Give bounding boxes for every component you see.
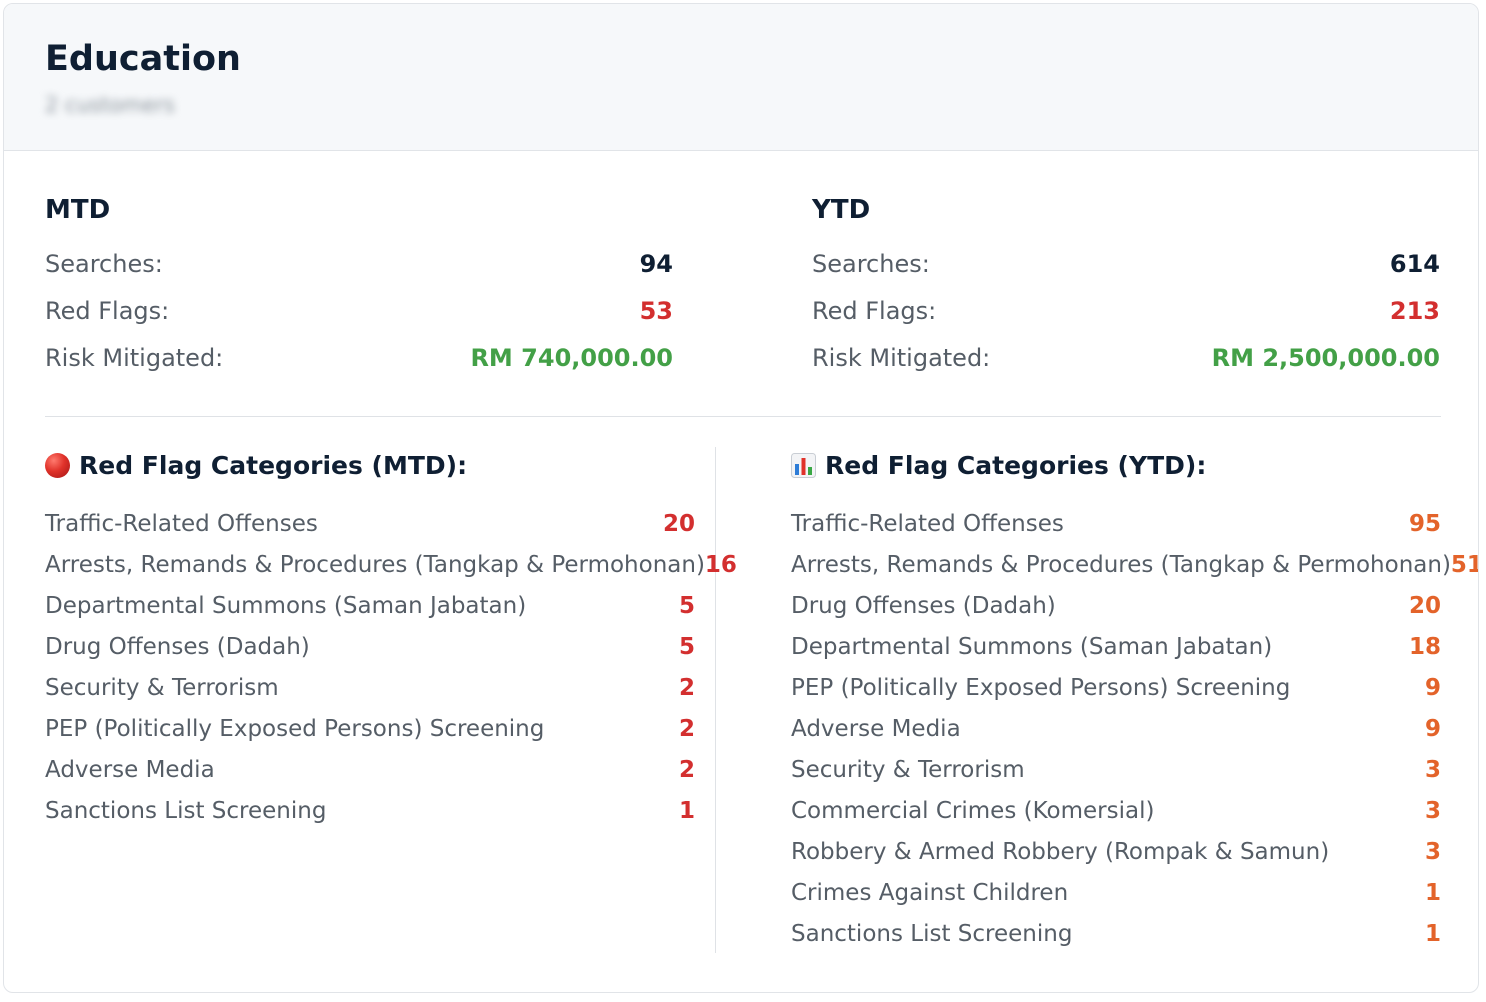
category-count: 1 [678, 797, 695, 824]
category-label: Sanctions List Screening [791, 920, 1073, 947]
category-count: 95 [1408, 510, 1441, 537]
category-label: Adverse Media [45, 756, 215, 783]
category-label: Security & Terrorism [45, 674, 279, 701]
category-row: Robbery & Armed Robbery (Rompak & Samun)… [791, 831, 1441, 872]
category-label: Arrests, Remands & Procedures (Tangkap &… [791, 551, 1451, 578]
stat-label: Searches: [812, 249, 930, 278]
mtd-categories-heading: Red Flag Categories (MTD): [45, 445, 695, 485]
ytd-categories-title: Red Flag Categories (YTD): [825, 450, 1207, 480]
ytd-categories-heading: Red Flag Categories (YTD): [791, 445, 1441, 485]
mtd-risk-row: Risk Mitigated: RM 740,000.00 [45, 334, 673, 381]
stat-label: Risk Mitigated: [45, 343, 224, 372]
category-label: Traffic-Related Offenses [791, 510, 1064, 537]
category-count: 5 [678, 592, 695, 619]
category-label: Arrests, Remands & Procedures (Tangkap &… [45, 551, 705, 578]
customer-count: 2 customers [45, 93, 175, 117]
category-row: Adverse Media 9 [791, 708, 1441, 749]
category-label: Commercial Crimes (Komersial) [791, 797, 1155, 824]
ytd-searches-row: Searches: 614 [812, 240, 1440, 287]
card-title: Education [45, 39, 241, 79]
category-row: Traffic-Related Offenses 95 [791, 503, 1441, 544]
ytd-red-flags-row: Red Flags: 213 [812, 287, 1440, 334]
category-row: PEP (Politically Exposed Persons) Screen… [791, 667, 1441, 708]
stat-label: Risk Mitigated: [812, 343, 991, 372]
category-count: 2 [678, 715, 695, 742]
mtd-risk-value: RM 740,000.00 [470, 343, 673, 372]
ytd-summary: YTD Searches: 614 Red Flags: 213 Risk Mi… [812, 194, 1440, 381]
mtd-searches-value: 94 [639, 249, 673, 278]
category-label: Drug Offenses (Dadah) [45, 633, 310, 660]
ytd-risk-row: Risk Mitigated: RM 2,500,000.00 [812, 334, 1440, 381]
ytd-searches-value: 614 [1389, 249, 1440, 278]
category-label: Drug Offenses (Dadah) [791, 592, 1056, 619]
category-row: Commercial Crimes (Komersial) 3 [791, 790, 1441, 831]
category-count: 18 [1408, 633, 1441, 660]
mtd-red-flags-row: Red Flags: 53 [45, 287, 673, 334]
category-label: PEP (Politically Exposed Persons) Screen… [791, 674, 1291, 701]
category-count: 9 [1424, 715, 1441, 742]
category-row: Departmental Summons (Saman Jabatan) 18 [791, 626, 1441, 667]
mtd-searches-row: Searches: 94 [45, 240, 673, 287]
category-row: Adverse Media 2 [45, 749, 695, 790]
column-divider [715, 447, 716, 953]
ytd-red-flags-value: 213 [1389, 296, 1440, 325]
category-count: 9 [1424, 674, 1441, 701]
mtd-categories: Red Flag Categories (MTD): Traffic-Relat… [45, 445, 737, 831]
category-row: Arrests, Remands & Procedures (Tangkap &… [791, 544, 1478, 585]
bar-chart-icon [791, 452, 816, 478]
section-divider [45, 416, 1441, 417]
category-row: Crimes Against Children 1 [791, 872, 1441, 913]
ytd-title: YTD [812, 195, 871, 225]
category-count: 3 [1424, 797, 1441, 824]
category-count: 51 [1450, 551, 1478, 578]
stat-label: Red Flags: [45, 296, 170, 325]
category-count: 1 [1424, 879, 1441, 906]
card-header: Education 2 customers [4, 4, 1478, 151]
category-count: 5 [678, 633, 695, 660]
category-row: PEP (Politically Exposed Persons) Screen… [45, 708, 695, 749]
category-row: Departmental Summons (Saman Jabatan) 5 [45, 585, 695, 626]
ytd-category-list: Traffic-Related Offenses 95 Arrests, Reman… [791, 503, 1478, 954]
industry-card: Education 2 customers MTD Searches: 94 R… [3, 3, 1479, 993]
mtd-title: MTD [45, 195, 111, 225]
red-circle-icon [45, 452, 70, 478]
category-label: Departmental Summons (Saman Jabatan) [791, 633, 1273, 660]
category-label: Sanctions List Screening [45, 797, 327, 824]
category-label: Traffic-Related Offenses [45, 510, 318, 537]
mtd-category-list: Traffic-Related Offenses 20 Arrests, Reman… [45, 503, 737, 831]
category-label: Crimes Against Children [791, 879, 1069, 906]
ytd-categories: Red Flag Categories (YTD): Traffic-Relat… [791, 445, 1478, 954]
mtd-red-flags-value: 53 [639, 296, 673, 325]
category-count: 20 [1408, 592, 1441, 619]
category-row: Sanctions List Screening 1 [791, 913, 1441, 954]
category-label: PEP (Politically Exposed Persons) Screen… [45, 715, 545, 742]
category-label: Security & Terrorism [791, 756, 1025, 783]
category-row: Security & Terrorism 3 [791, 749, 1441, 790]
category-label: Adverse Media [791, 715, 961, 742]
category-label: Departmental Summons (Saman Jabatan) [45, 592, 527, 619]
category-count: 2 [678, 674, 695, 701]
category-row: Security & Terrorism 2 [45, 667, 695, 708]
category-count: 20 [662, 510, 695, 537]
category-count: 3 [1424, 756, 1441, 783]
category-row: Traffic-Related Offenses 20 [45, 503, 695, 544]
stat-label: Red Flags: [812, 296, 937, 325]
mtd-categories-title: Red Flag Categories (MTD): [79, 450, 468, 480]
category-row: Arrests, Remands & Procedures (Tangkap &… [45, 544, 737, 585]
ytd-risk-value: RM 2,500,000.00 [1211, 343, 1440, 372]
mtd-summary: MTD Searches: 94 Red Flags: 53 Risk Miti… [45, 194, 673, 381]
category-count: 16 [704, 551, 737, 578]
category-count: 3 [1424, 838, 1441, 865]
category-label: Robbery & Armed Robbery (Rompak & Samun) [791, 838, 1330, 865]
category-row: Drug Offenses (Dadah) 20 [791, 585, 1441, 626]
stat-label: Searches: [45, 249, 163, 278]
category-row: Drug Offenses (Dadah) 5 [45, 626, 695, 667]
category-count: 1 [1424, 920, 1441, 947]
category-count: 2 [678, 756, 695, 783]
category-row: Sanctions List Screening 1 [45, 790, 695, 831]
